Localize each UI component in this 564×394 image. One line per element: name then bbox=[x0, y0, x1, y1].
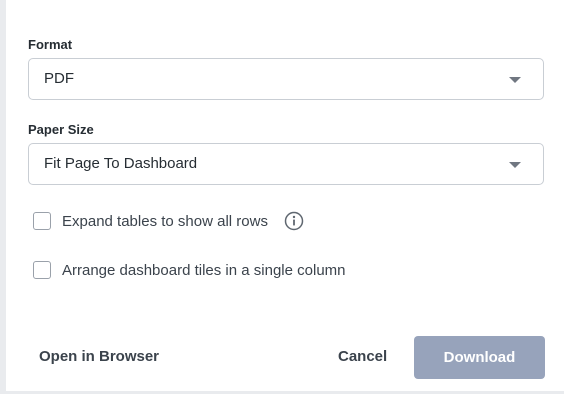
download-button[interactable]: Download bbox=[414, 336, 545, 379]
chevron-down-icon bbox=[509, 77, 521, 83]
single-column-option[interactable]: Arrange dashboard tiles in a single colu… bbox=[33, 259, 346, 281]
expand-tables-checkbox[interactable] bbox=[33, 212, 51, 230]
single-column-checkbox[interactable] bbox=[33, 261, 51, 279]
expand-tables-option[interactable]: Expand tables to show all rows bbox=[33, 210, 304, 232]
open-in-browser-button[interactable]: Open in Browser bbox=[39, 348, 159, 365]
info-icon[interactable] bbox=[284, 211, 304, 231]
format-label: Format bbox=[28, 37, 73, 52]
paper-size-select-value: Fit Page To Dashboard bbox=[44, 155, 198, 172]
paper-size-label: Paper Size bbox=[28, 122, 94, 137]
single-column-label: Arrange dashboard tiles in a single colu… bbox=[62, 261, 346, 279]
format-select[interactable]: PDF bbox=[28, 58, 544, 100]
download-dialog: Format PDF Paper Size Fit Page To Dashbo… bbox=[0, 0, 564, 394]
format-select-value: PDF bbox=[44, 70, 74, 87]
cancel-button[interactable]: Cancel bbox=[338, 348, 387, 365]
chevron-down-icon bbox=[509, 162, 521, 168]
dialog-left-edge bbox=[0, 0, 6, 394]
paper-size-select[interactable]: Fit Page To Dashboard bbox=[28, 143, 544, 185]
expand-tables-label: Expand tables to show all rows bbox=[62, 212, 268, 230]
